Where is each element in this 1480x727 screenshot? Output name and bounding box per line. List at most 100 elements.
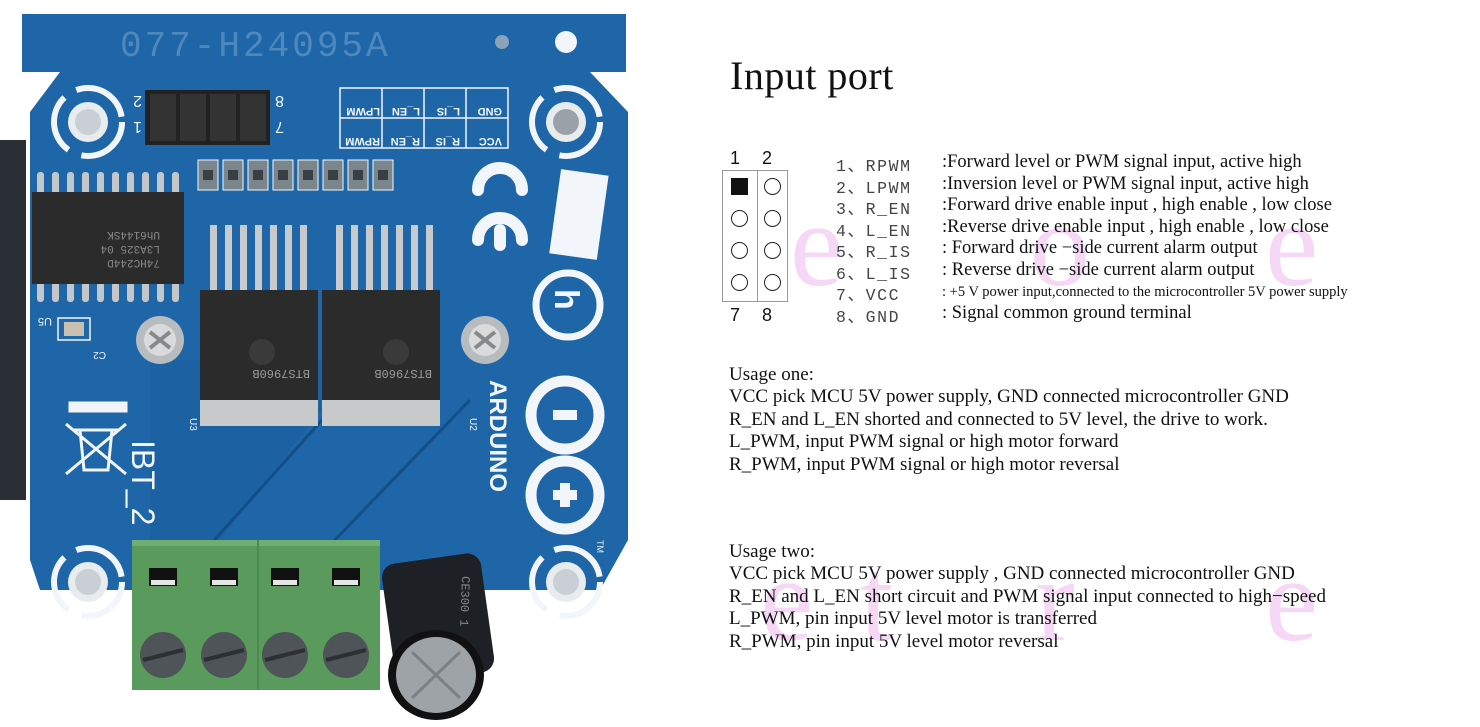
usage-heading: Usage two: bbox=[729, 541, 816, 562]
trademark-mark: TM bbox=[595, 540, 605, 553]
usage-line: VCC pick MCU 5V power supply, GND connec… bbox=[729, 386, 1289, 408]
resistor-body bbox=[378, 170, 388, 180]
pin-description: : Signal common ground terminal bbox=[942, 302, 1192, 323]
silk-r-en: R_EN bbox=[391, 135, 420, 147]
chip-pin bbox=[97, 172, 104, 194]
chip-pin bbox=[142, 172, 149, 194]
chip-line-1: Uh6144SK bbox=[107, 228, 160, 240]
chip-pin bbox=[37, 282, 44, 302]
silk-rpwm: RPWM bbox=[345, 135, 380, 147]
terminal-clamp bbox=[151, 580, 175, 585]
silk-gnd: GND bbox=[478, 105, 503, 117]
chip-pin bbox=[67, 282, 74, 302]
pin-description: : +5 V power input,connected to the micr… bbox=[942, 284, 1348, 300]
pin-description: : Forward drive −side current alarm outp… bbox=[942, 238, 1258, 258]
screw-terminal-block bbox=[132, 540, 380, 690]
driver-chip-leg bbox=[396, 225, 403, 293]
pin-box-divider bbox=[757, 171, 758, 301]
chip-line-3: 74HC244D bbox=[107, 256, 160, 268]
driver-chip-leg bbox=[411, 225, 418, 293]
pin-name: 3、R_EN bbox=[836, 200, 912, 219]
svg-text:h: h bbox=[547, 289, 585, 310]
pin-1-square-icon bbox=[731, 178, 748, 195]
resistor-body bbox=[353, 170, 363, 180]
resistor-body bbox=[328, 170, 338, 180]
driver-chip-leg bbox=[225, 225, 232, 293]
pin-3-circle-icon bbox=[731, 210, 748, 227]
chip-pin bbox=[112, 282, 119, 302]
usage-line: R_PWM, input PWM signal or high motor re… bbox=[729, 453, 1120, 475]
chip-pin bbox=[97, 282, 104, 302]
pin-box bbox=[722, 170, 788, 302]
pin-header-diagram: 1 2 7 8 bbox=[722, 148, 792, 328]
pin-number-label: 8 bbox=[762, 305, 773, 325]
chip-pin bbox=[142, 282, 149, 302]
chip-pin bbox=[172, 172, 179, 194]
chip-pin bbox=[82, 172, 89, 194]
pin-name: 7、VCC bbox=[836, 286, 901, 305]
chip-pin bbox=[127, 282, 134, 302]
usage-line: L_PWM, pin input 5V level motor is trans… bbox=[729, 608, 1097, 630]
cap-c2 bbox=[64, 322, 84, 336]
driver-ref-right: U2 bbox=[467, 418, 478, 431]
driver-chip-leg bbox=[366, 225, 373, 293]
driver-chip-leg bbox=[210, 225, 217, 293]
driver-chip-leg bbox=[300, 225, 307, 293]
chip-pin bbox=[127, 172, 134, 194]
usage-line: L_PWM, input PWM signal or high motor fo… bbox=[729, 431, 1119, 453]
pin-description: :Forward drive enable input , high enabl… bbox=[942, 195, 1332, 215]
usage-one-section: Usage one: VCC pick MCU 5V power supply,… bbox=[729, 364, 1289, 476]
usage-line: R_EN and L_EN shorted and connected to 5… bbox=[729, 408, 1268, 430]
chip-pin bbox=[37, 172, 44, 194]
pcb-code: 077-H24095A bbox=[120, 26, 391, 67]
driver-label-left: BTS7960B bbox=[252, 366, 310, 380]
usage-line: R_PWM, pin input 5V level motor reversal bbox=[729, 630, 1059, 652]
resistor-body bbox=[203, 170, 213, 180]
header-pin-2: 2 bbox=[133, 92, 142, 109]
driver-chip-leg bbox=[336, 225, 343, 293]
driver-label-right: BTS7960B bbox=[374, 366, 432, 380]
cap-ref: C2 bbox=[93, 349, 106, 360]
pin-7-circle-icon bbox=[731, 274, 748, 291]
board-name: IBT_2 bbox=[125, 440, 161, 525]
usage-line: VCC pick MCU 5V power supply , GND conne… bbox=[729, 563, 1295, 585]
chip-pin bbox=[52, 172, 59, 194]
pin-8-circle-icon bbox=[764, 274, 781, 291]
pin-4-circle-icon bbox=[764, 210, 781, 227]
chip-pin bbox=[112, 172, 119, 194]
pin-description: :Forward level or PWM signal input, acti… bbox=[942, 152, 1302, 172]
pin-header-p3: 2 1 8 7 bbox=[133, 90, 284, 145]
heatsink-edge bbox=[0, 140, 26, 500]
driver-chip-leg bbox=[285, 225, 292, 293]
motor-driver-board-photo: 077-H24095A 2 1 8 7 LPWM L_EN L_IS GND R… bbox=[0, 14, 628, 720]
chip-pin bbox=[52, 282, 59, 302]
resistor-body bbox=[303, 170, 313, 180]
pin-description: : Reverse drive −side current alarm outp… bbox=[942, 259, 1255, 280]
chip-pin bbox=[157, 172, 164, 194]
silk-l-en: L_EN bbox=[392, 105, 420, 117]
chip-pin bbox=[157, 282, 164, 302]
pin-name: 8、GND bbox=[836, 307, 901, 327]
silk-r-is: R_IS bbox=[436, 135, 460, 147]
pin-number-label: 7 bbox=[730, 305, 741, 325]
pin-number-label: 2 bbox=[762, 148, 773, 168]
pin-description: :Inversion level or PWM signal input, ac… bbox=[942, 173, 1309, 194]
pin-name: 6、L_IS bbox=[836, 264, 912, 284]
pin-6-circle-icon bbox=[764, 242, 781, 259]
pin-name: 4、L_EN bbox=[836, 221, 912, 241]
via bbox=[495, 35, 509, 49]
terminal-clamp bbox=[212, 580, 236, 585]
driver-chip-leg bbox=[351, 225, 358, 293]
silk-vcc: VCC bbox=[479, 135, 502, 147]
resistor-body bbox=[253, 170, 263, 180]
header-pin-1: 1 bbox=[133, 118, 142, 135]
chip-line-2: L3A325 04 bbox=[100, 242, 160, 254]
silk-l-is: L_IS bbox=[437, 105, 460, 117]
pin-number-label: 1 bbox=[730, 148, 741, 168]
header-pin-8: 8 bbox=[275, 92, 284, 109]
page-title: Input port bbox=[730, 53, 894, 98]
screw-left bbox=[136, 316, 184, 364]
chip-ref: U5 bbox=[38, 315, 52, 327]
terminal-clamp bbox=[273, 580, 297, 585]
usage-line: R_EN and L_EN short circuit and PWM sign… bbox=[729, 585, 1326, 607]
